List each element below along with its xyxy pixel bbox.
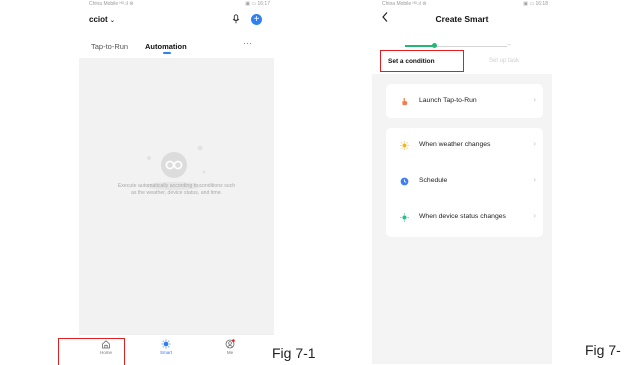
empty-state-message: Execute automatically according to condi… xyxy=(117,183,236,196)
profile-icon xyxy=(225,339,235,349)
smart-tab-highlight-box xyxy=(58,338,125,365)
status-carrier: China Mobile ᴴᴰ.ıl ⊜ xyxy=(382,1,427,7)
nav-smart[interactable]: Smart xyxy=(146,335,186,365)
nav-me[interactable]: Me xyxy=(210,335,250,365)
chevron-right-icon: › xyxy=(533,139,536,148)
status-time: ▣ ▭ 16:18 xyxy=(523,1,548,7)
figure-caption-1: Fig 7-1 xyxy=(272,345,316,361)
option-launch-tap-to-run[interactable]: Launch Tap-to-Run › xyxy=(386,88,543,115)
smart-sun-icon xyxy=(161,339,171,349)
home-selector[interactable]: cciot ⌄ xyxy=(89,15,115,24)
chevron-right-icon: › xyxy=(533,175,536,184)
status-time: ▣ ▭ 16:17 xyxy=(245,1,270,7)
progress-remaining-line xyxy=(435,45,507,47)
tab-automation[interactable]: Automation xyxy=(145,42,187,51)
add-smart-button[interactable]: + xyxy=(251,14,262,25)
option-weather-changes[interactable]: When weather changes › xyxy=(386,132,543,159)
phone-screen-automation: China Mobile ᴴᴰ.ıl ⊜ ▣ ▭ 16:17 cciot ⌄ +… xyxy=(79,0,274,365)
clock-icon xyxy=(400,177,409,186)
option-schedule[interactable]: Schedule › xyxy=(386,168,543,195)
device-status-icon xyxy=(400,213,409,222)
active-tab-indicator xyxy=(163,52,171,54)
status-carrier: China Mobile ᴴᴰ.ıl ⊜ xyxy=(89,1,134,7)
progress-current-dot xyxy=(432,43,437,48)
condition-card: When weather changes › Schedule › When d… xyxy=(386,128,543,237)
option-device-status-changes[interactable]: When device status changes › xyxy=(386,204,543,231)
progress-complete-line xyxy=(405,45,435,47)
status-bar: China Mobile ᴴᴰ.ıl ⊜ ▣ ▭ 16:17 xyxy=(79,0,274,9)
chevron-down-icon: ⌄ xyxy=(109,18,115,24)
chevron-right-icon: › xyxy=(533,95,536,104)
set-condition-highlight-box xyxy=(380,50,464,72)
step-set-up-task: Set up task xyxy=(489,58,520,64)
tab-tap-to-run[interactable]: Tap-to-Run xyxy=(91,42,128,51)
automation-list-area: Execute automatically according to condi… xyxy=(79,58,274,334)
home-name: cciot xyxy=(89,15,108,24)
microphone-icon[interactable] xyxy=(231,14,241,24)
plus-icon: + xyxy=(253,14,260,25)
tap-to-run-card: Launch Tap-to-Run › xyxy=(386,84,543,118)
hand-tap-icon xyxy=(402,98,408,106)
progress-arrow-icon: → xyxy=(505,41,512,48)
status-bar: China Mobile ᴴᴰ.ıl ⊜ ▣ ▭ 16:18 xyxy=(372,0,552,9)
more-options-icon[interactable]: ··· xyxy=(243,39,253,48)
sun-icon xyxy=(400,141,409,150)
figure-caption-2: Fig 7- xyxy=(585,342,621,358)
chevron-right-icon: › xyxy=(533,211,536,220)
page-title: Create Smart xyxy=(435,14,489,24)
